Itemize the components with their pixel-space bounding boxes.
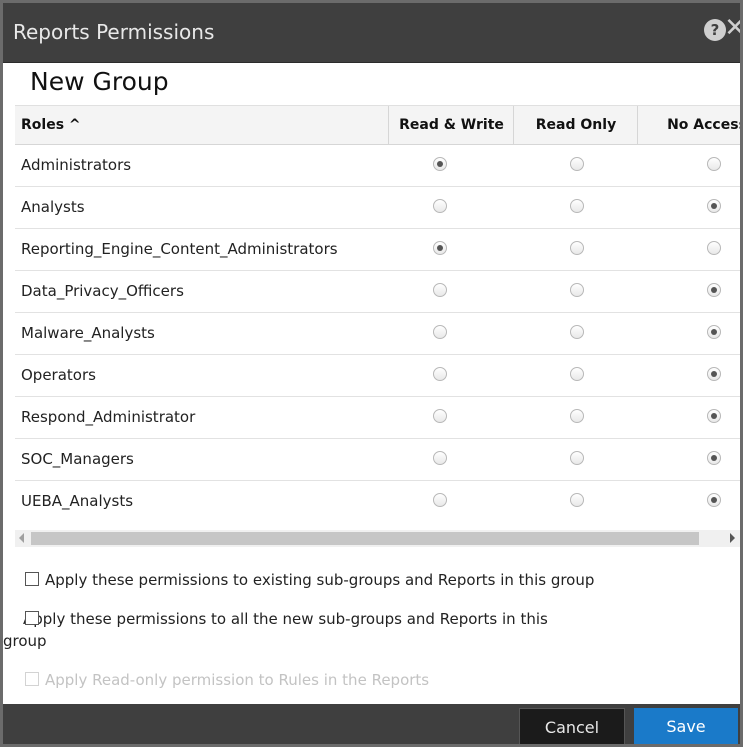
role-name: Data_Privacy_Officers [21,282,184,300]
role-name: UEBA_Analysts [21,492,134,510]
cancel-button[interactable]: Cancel [519,708,625,744]
role-name: Operators [21,366,96,384]
horizontal-scrollbar[interactable] [15,530,740,547]
save-button[interactable]: Save [634,708,738,744]
help-icon[interactable]: ? [704,19,726,41]
no-access-radio[interactable] [707,157,721,171]
role-name: Malware_Analysts [21,324,155,342]
read-only-radio[interactable] [570,325,584,339]
read-write-radio[interactable] [433,283,447,297]
scrollbar-thumb[interactable] [31,532,699,545]
table-row: Reporting_Engine_Content_Administrators [15,229,740,271]
read-only-radio[interactable] [570,157,584,171]
read-write-radio[interactable] [433,157,447,171]
role-name: Administrators [21,156,132,174]
role-name: Analysts [21,198,85,216]
table-header-row: Roles ^ Read & Write Read Only No Access [15,105,740,145]
apply-readonly-rules-checkbox [25,672,39,686]
no-access-radio[interactable] [707,325,721,339]
apply-new-label: Apply these permissions to all the new s… [3,610,548,650]
read-write-radio[interactable] [433,367,447,381]
scroll-left-arrow-icon[interactable] [19,533,24,543]
scroll-right-arrow-icon[interactable] [730,533,735,543]
table-row: Respond_Administrator [15,397,740,439]
table-row: Data_Privacy_Officers [15,271,740,313]
table-row: SOC_Managers [15,439,740,481]
table-row: Operators [15,355,740,397]
read-write-radio[interactable] [433,493,447,507]
no-access-radio[interactable] [707,283,721,297]
reports-permissions-dialog: Reports Permissions ? ✕ New Group Roles … [0,0,743,747]
table-row: Administrators [15,145,740,187]
no-access-radio[interactable] [707,199,721,213]
dialog-titlebar: Reports Permissions ? ✕ [3,3,740,63]
apply-existing-checkbox[interactable] [25,572,39,586]
apply-new-checkbox[interactable] [25,611,39,625]
read-only-radio[interactable] [570,241,584,255]
no-access-radio[interactable] [707,493,721,507]
apply-readonly-rules-option: Apply Read-only permission to Rules in t… [25,669,429,691]
read-only-radio[interactable] [570,367,584,381]
column-header-read-write[interactable]: Read & Write [388,106,514,145]
column-header-no-access[interactable]: No Access [637,106,740,145]
column-header-read-only[interactable]: Read Only [513,106,638,145]
table-row: Analysts [15,187,740,229]
read-write-radio[interactable] [433,325,447,339]
table-row: UEBA_Analysts [15,481,740,513]
group-name-heading: New Group [30,67,169,96]
apply-existing-option[interactable]: Apply these permissions to existing sub-… [25,569,705,591]
role-name: Reporting_Engine_Content_Administrators [21,240,338,258]
no-access-radio[interactable] [707,241,721,255]
no-access-radio[interactable] [707,409,721,423]
read-only-radio[interactable] [570,283,584,297]
table-row: Malware_Analysts [15,313,740,355]
dialog-title: Reports Permissions [13,20,215,44]
apply-new-option[interactable]: Apply these permissions to all the new s… [3,608,585,652]
apply-existing-label: Apply these permissions to existing sub-… [45,571,595,589]
read-only-radio[interactable] [570,493,584,507]
role-name: Respond_Administrator [21,408,196,426]
no-access-radio[interactable] [707,451,721,465]
read-only-radio[interactable] [570,451,584,465]
read-only-radio[interactable] [570,409,584,423]
read-write-radio[interactable] [433,241,447,255]
read-only-radio[interactable] [570,199,584,213]
read-write-radio[interactable] [433,409,447,423]
role-name: SOC_Managers [21,450,134,468]
apply-readonly-rules-label: Apply Read-only permission to Rules in t… [45,671,430,689]
read-write-radio[interactable] [433,199,447,213]
column-header-roles[interactable]: Roles ^ [15,106,381,145]
no-access-radio[interactable] [707,367,721,381]
dialog-footer: Cancel Save [3,704,740,744]
close-icon[interactable]: ✕ [724,15,740,41]
read-write-radio[interactable] [433,451,447,465]
permissions-table: Roles ^ Read & Write Read Only No Access… [15,105,740,513]
